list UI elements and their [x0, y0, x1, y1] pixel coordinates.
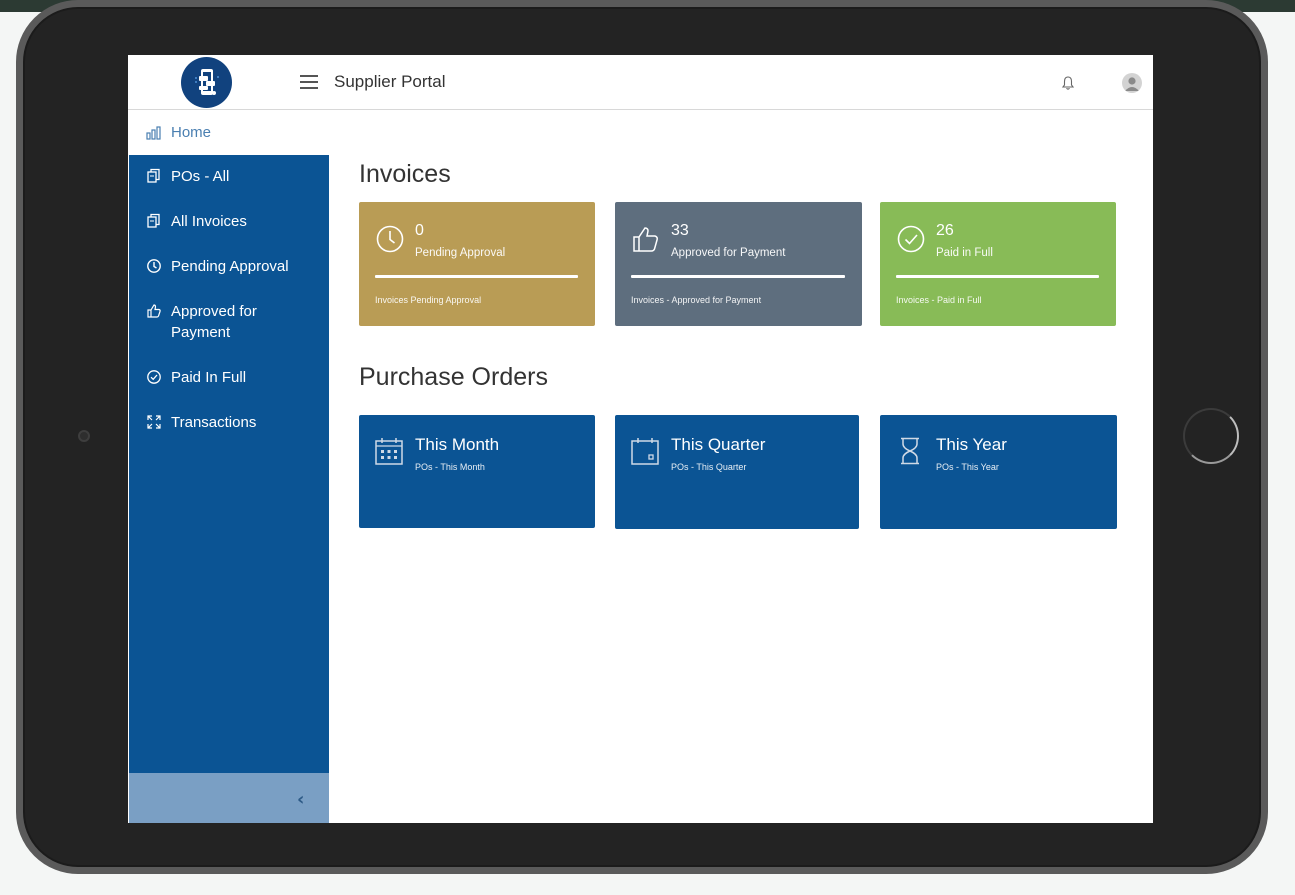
- invoice-card-footer: Invoices - Paid in Full: [896, 295, 982, 305]
- chevron-left-icon: ‹: [297, 789, 305, 810]
- hourglass-icon: [901, 437, 919, 465]
- invoice-card-label: Pending Approval: [415, 247, 506, 259]
- po-card-subtitle: POs - This Month: [415, 462, 485, 472]
- po-card-this-month[interactable]: This Month POs - This Month: [359, 415, 595, 528]
- po-card-subtitle: POs - This Year: [936, 462, 999, 472]
- sidebar-collapse-button[interactable]: ‹: [129, 773, 329, 823]
- sidebar-item-home[interactable]: Home: [129, 110, 329, 155]
- calendar-icon: [631, 438, 659, 465]
- sidebar-item-label: POs - All: [171, 168, 230, 185]
- thumbs-up-icon: [633, 227, 658, 252]
- sidebar-item-label: Pending Approval: [171, 258, 289, 275]
- home-button[interactable]: [1183, 408, 1239, 464]
- po-card-this-year[interactable]: This Year POs - This Year: [880, 415, 1117, 529]
- check-circle-icon: [147, 370, 161, 384]
- invoice-card-approved-for-payment[interactable]: 33 Approved for Payment Invoices - Appro…: [615, 202, 862, 326]
- purchase-orders-section-title: Purchase Orders: [359, 363, 548, 391]
- expand-arrows-icon: [147, 415, 161, 429]
- top-header: Supplier Portal: [128, 55, 1153, 110]
- progress-bar: [896, 275, 1099, 278]
- thumbs-up-icon: [147, 304, 161, 318]
- documents-icon: [147, 168, 160, 183]
- sidebar-item-all-invoices[interactable]: All Invoices: [129, 211, 329, 232]
- camera-icon: [78, 430, 90, 442]
- invoice-card-footer: Invoices - Approved for Payment: [631, 295, 762, 305]
- invoice-card-label: Approved for Payment: [671, 247, 786, 259]
- documents-icon: [147, 213, 160, 228]
- invoice-card-paid-in-full[interactable]: 26 Paid in Full Invoices - Paid in Full: [880, 202, 1116, 326]
- progress-bar: [631, 275, 845, 278]
- invoice-count: 26: [936, 222, 954, 239]
- mobile-app-logo-icon[interactable]: [181, 57, 232, 108]
- bell-icon[interactable]: [1060, 75, 1076, 91]
- invoices-section-title: Invoices: [359, 160, 451, 188]
- invoice-count: 33: [671, 222, 689, 239]
- sidebar-item-transactions[interactable]: Transactions: [129, 412, 329, 433]
- sidebar-item-pending-approval[interactable]: Pending Approval: [129, 256, 329, 277]
- clock-icon: [147, 259, 161, 273]
- sidebar-item-label: Approved for Payment: [171, 303, 257, 341]
- sidebar-item-label: Transactions: [171, 414, 257, 431]
- po-card-subtitle: POs - This Quarter: [671, 462, 747, 472]
- po-card-title: This Year: [936, 435, 1007, 454]
- invoice-card-pending-approval[interactable]: 0 Pending Approval Invoices Pending Appr…: [359, 202, 595, 326]
- sidebar-item-approved-for-payment[interactable]: Approved for Payment: [129, 301, 329, 343]
- sidebar-item-label: Home: [171, 124, 212, 141]
- sidebar-item-label: Paid In Full: [171, 369, 247, 386]
- app-screen: Supplier Portal Home POs - All All Invoi…: [128, 55, 1153, 823]
- hamburger-menu-icon[interactable]: [300, 75, 318, 89]
- user-avatar-icon[interactable]: [1122, 73, 1142, 93]
- sidebar-item-pos-all[interactable]: POs - All: [129, 166, 329, 187]
- progress-bar: [375, 275, 578, 278]
- sidebar-item-paid-in-full[interactable]: Paid In Full: [129, 367, 329, 388]
- po-card-title: This Quarter: [671, 435, 766, 454]
- sidebar: Home POs - All All Invoices Pending Appr…: [129, 110, 329, 823]
- po-card-this-quarter[interactable]: This Quarter POs - This Quarter: [615, 415, 859, 529]
- sidebar-item-label: All Invoices: [171, 213, 247, 230]
- clock-icon: [376, 225, 404, 253]
- bar-chart-icon: [146, 125, 161, 140]
- invoice-count: 0: [415, 222, 424, 239]
- app-title: Supplier Portal: [334, 72, 446, 91]
- invoice-card-label: Paid in Full: [936, 247, 993, 259]
- calendar-grid-icon: [375, 438, 403, 465]
- invoice-card-footer: Invoices Pending Approval: [375, 295, 482, 305]
- po-card-title: This Month: [415, 435, 500, 454]
- check-circle-icon: [897, 225, 925, 253]
